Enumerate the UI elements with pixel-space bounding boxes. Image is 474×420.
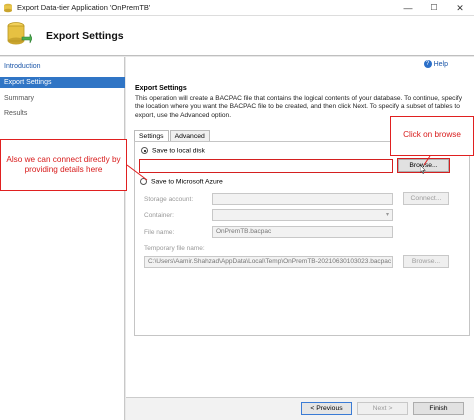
container-label: Container: — [144, 212, 174, 219]
app-icon — [4, 3, 12, 13]
annotation-left-callout: Also we can connect directly by providin… — [0, 139, 127, 191]
connect-button[interactable]: Connect... — [403, 192, 449, 205]
database-export-icon — [7, 22, 32, 45]
title-bar: Export Data-tier Application 'OnPremTB' … — [0, 0, 474, 16]
tab-advanced[interactable]: Advanced — [169, 130, 210, 141]
minimize-button[interactable]: — — [395, 0, 421, 16]
next-button[interactable]: Next > — [357, 402, 408, 415]
finish-button[interactable]: Finish — [413, 402, 464, 415]
storage-account-field[interactable] — [212, 193, 393, 205]
local-path-input[interactable] — [139, 159, 393, 173]
save-azure-radio-row[interactable]: Save to Microsoft Azure — [140, 178, 223, 185]
storage-account-label: Storage account: — [144, 196, 194, 203]
temp-file-field[interactable]: C:\Users\Aamir.Shahzad\AppData\Local\Tem… — [144, 256, 393, 268]
section-title: Export Settings — [135, 85, 187, 92]
temp-file-label: Temporary file name: — [144, 245, 205, 252]
wizard-sidebar: Introduction Export Settings Summary Res… — [0, 57, 125, 420]
sidebar-item-results: Results — [4, 110, 28, 117]
wizard-footer: < Previous Next > Finish — [126, 397, 474, 420]
page-heading: Export Settings — [46, 30, 124, 42]
window-title: Export Data-tier Application 'OnPremTB' — [17, 3, 151, 12]
sidebar-item-introduction[interactable]: Introduction — [0, 61, 125, 72]
maximize-button[interactable]: ☐ — [421, 0, 447, 16]
help-icon: ? — [423, 60, 432, 68]
file-name-field[interactable]: OnPremTB.bacpac — [212, 226, 393, 238]
annotation-left-text: Also we can connect directly by providin… — [6, 155, 121, 174]
help-link[interactable]: ? Help — [423, 60, 448, 68]
file-name-label: File name: — [144, 229, 175, 236]
save-azure-label: Save to Microsoft Azure — [151, 178, 223, 186]
mouse-cursor-icon — [420, 165, 426, 174]
annotation-right-text: Click on browse — [403, 130, 461, 139]
sidebar-item-summary: Summary — [4, 95, 34, 102]
temp-browse-button[interactable]: Browse... — [403, 255, 449, 268]
sidebar-item-export-settings[interactable]: Export Settings — [0, 77, 125, 88]
help-label: Help — [433, 60, 448, 68]
tab-settings[interactable]: Settings — [134, 130, 169, 141]
close-button[interactable]: ✕ — [447, 0, 473, 16]
save-azure-radio[interactable] — [140, 178, 147, 185]
annotation-right-callout: Click on browse — [390, 116, 474, 156]
wizard-header: Export Settings — [0, 16, 474, 56]
tab-strip: Settings Advanced — [134, 130, 211, 141]
container-select[interactable]: ▾ — [212, 209, 393, 221]
chevron-down-icon: ▾ — [385, 212, 389, 218]
previous-button[interactable]: < Previous — [301, 402, 352, 415]
